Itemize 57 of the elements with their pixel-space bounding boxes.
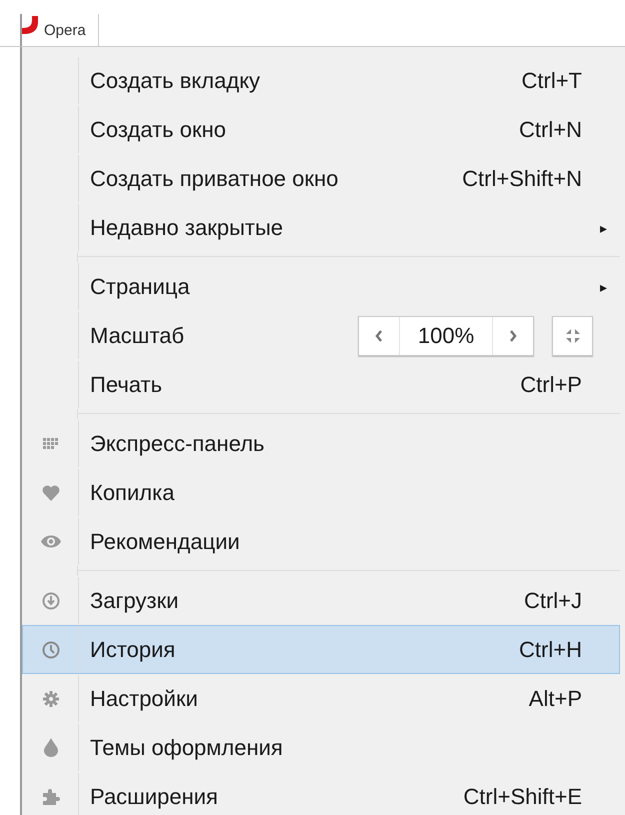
menu-item[interactable]: История Ctrl+H bbox=[22, 625, 620, 674]
menu-item[interactable]: Расширения Ctrl+Shift+E bbox=[22, 772, 620, 815]
collapse-icon bbox=[566, 328, 580, 342]
shortcut-text: Ctrl+J bbox=[524, 588, 583, 614]
menu-item[interactable]: Создать вкладку Ctrl+T bbox=[22, 56, 620, 105]
logo-icon bbox=[22, 16, 38, 34]
item-label: История bbox=[90, 636, 176, 662]
menu-item[interactable]: Недавно закрытые ▸ bbox=[22, 203, 620, 252]
download-icon bbox=[42, 592, 60, 610]
fullscreen-button[interactable] bbox=[552, 316, 593, 356]
clock-icon bbox=[42, 640, 60, 658]
gear-icon bbox=[42, 690, 60, 708]
item-label: Рекомендации bbox=[90, 528, 241, 554]
puzzle-icon bbox=[42, 788, 60, 806]
item-label: Страница bbox=[90, 274, 191, 300]
item-label: Настройки bbox=[90, 686, 199, 712]
menu-item[interactable]: Загрузки Ctrl+J bbox=[22, 576, 620, 625]
zoom-in-button[interactable] bbox=[493, 316, 533, 354]
menu-item[interactable]: Рекомендации bbox=[22, 517, 620, 566]
shortcut-text: Ctrl+Shift+N bbox=[462, 166, 583, 192]
item-label: Загрузки bbox=[90, 588, 180, 614]
item-label: Создать окно bbox=[90, 116, 227, 142]
menu-item[interactable]: Экспресс-панель bbox=[22, 419, 620, 468]
tab-title: Opera bbox=[44, 22, 86, 38]
item-label: Масштаб bbox=[90, 322, 186, 348]
browser-tab[interactable]: Opera bbox=[20, 14, 99, 46]
grid-icon bbox=[43, 438, 58, 450]
heart-icon bbox=[42, 484, 60, 500]
menu-item[interactable]: Настройки Alt+P bbox=[22, 674, 620, 723]
eye-icon bbox=[40, 535, 60, 548]
item-label: Создать приватное окно bbox=[90, 166, 340, 192]
item-label: Экспресс-панель bbox=[90, 430, 266, 456]
zoom-out-button[interactable] bbox=[359, 316, 399, 354]
shortcut-text: Alt+P bbox=[528, 686, 583, 712]
menu-item[interactable]: Создать приватное окно Ctrl+Shift+N bbox=[22, 154, 620, 203]
item-label: Темы оформления bbox=[90, 734, 284, 760]
shortcut-text: Ctrl+Shift+E bbox=[463, 784, 583, 810]
menu-item[interactable]: Создать окно Ctrl+N bbox=[22, 105, 620, 154]
menu-item[interactable]: Копилка bbox=[22, 468, 620, 517]
menu-item[interactable]: Темы оформления bbox=[22, 723, 620, 772]
menu-item[interactable]: Печать Ctrl+P bbox=[22, 360, 620, 409]
menu-item[interactable]: Страница ▸ bbox=[22, 262, 620, 311]
shortcut-text: Ctrl+N bbox=[519, 116, 583, 142]
shortcut-text: Ctrl+P bbox=[520, 372, 583, 398]
item-label: Недавно закрытые bbox=[90, 214, 284, 240]
item-label: Печать bbox=[90, 372, 164, 398]
shortcut-text: Ctrl+H bbox=[519, 636, 583, 662]
menu-item[interactable]: Масштаб 100% bbox=[22, 311, 620, 360]
submenu-arrow: ▸ bbox=[600, 220, 608, 236]
shortcut-text: Ctrl+T bbox=[522, 68, 583, 94]
item-label: Создать вкладку bbox=[90, 68, 262, 94]
drop-icon bbox=[44, 738, 58, 757]
submenu-arrow: ▸ bbox=[600, 278, 608, 294]
item-label: Расширения bbox=[90, 784, 219, 810]
item-label: Копилка bbox=[90, 480, 176, 506]
chevron-left-icon bbox=[375, 330, 383, 342]
chevron-right-icon bbox=[509, 330, 517, 342]
